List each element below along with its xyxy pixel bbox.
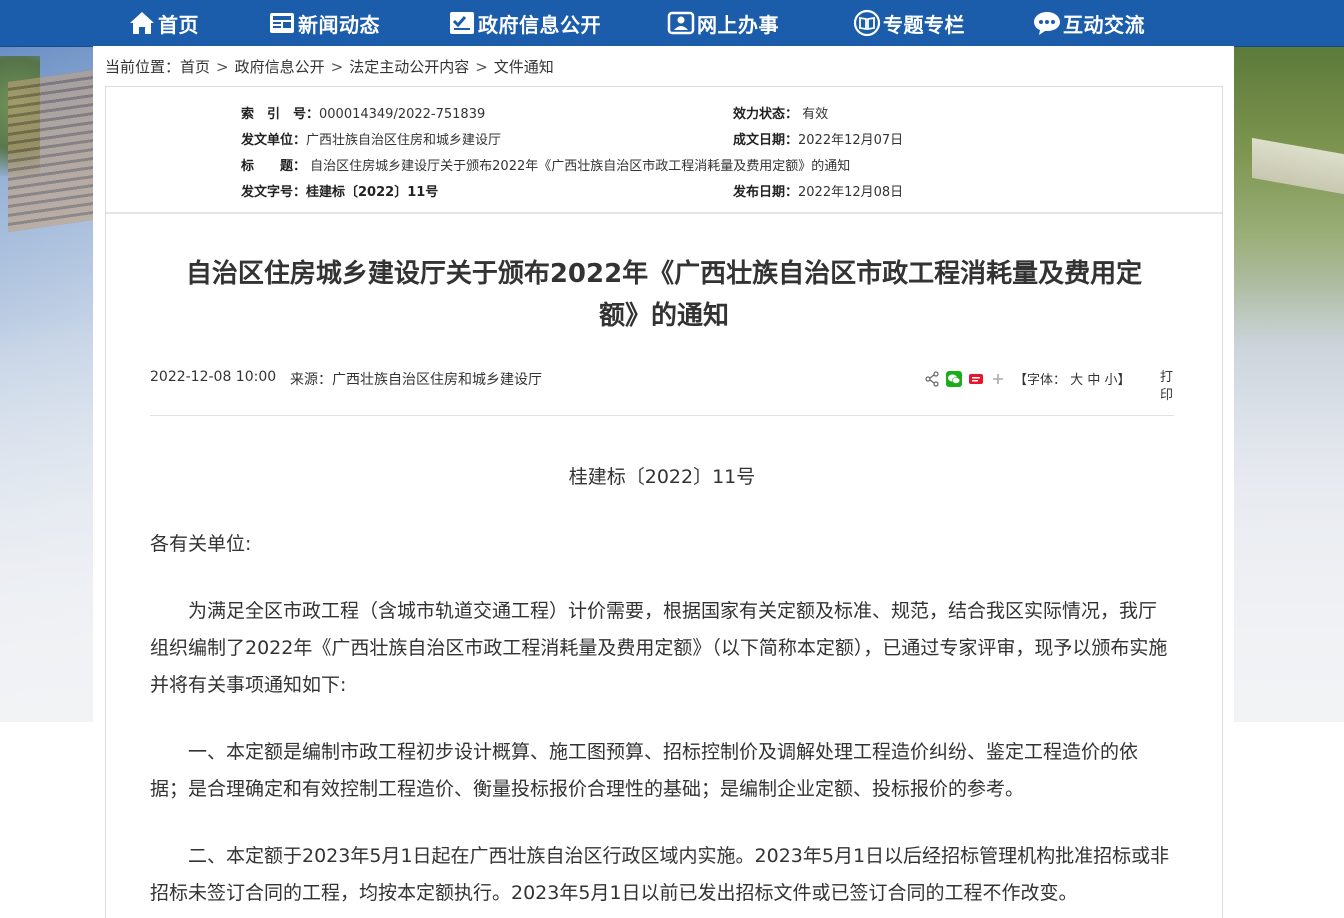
- nav-item-gov-info[interactable]: 政府信息公开: [448, 0, 601, 46]
- font-size-large[interactable]: 大: [1070, 373, 1083, 388]
- salutation: 各有关单位:: [150, 533, 252, 555]
- article-title: 自治区住房城乡建设厅关于颁布2022年《广西壮族自治区市政工程消耗量及费用定 额…: [146, 253, 1182, 337]
- nav-item-label: 专题专栏: [883, 12, 965, 37]
- breadcrumb-prefix: 当前位置：: [105, 58, 181, 76]
- nav-item-special-topics[interactable]: 专题专栏: [853, 0, 965, 46]
- breadcrumb-separator: >: [216, 58, 229, 76]
- nav-item-online-service[interactable]: 网上办事: [667, 0, 779, 46]
- article-title-line: 额》的通知: [598, 301, 729, 331]
- nav-item-label: 政府信息公开: [478, 12, 601, 37]
- top-navigation-bar: 首页 新闻动态 政府信息公开 网上办事 专题专栏 互动交流: [0, 0, 1344, 47]
- content-panel: 当前位置：首页 > 政府信息公开 > 法定主动公开内容 > 文件通知 索 引 号：00001…: [93, 46, 1234, 918]
- nav-item-news[interactable]: 新闻动态: [268, 0, 380, 46]
- plus-icon[interactable]: [990, 371, 1006, 387]
- meta-index: 索 引 号：000014349/2022-751839: [241, 107, 486, 122]
- document-check-icon: [448, 9, 476, 37]
- document-metadata: 索 引 号：000014349/2022-751839 效力状态： 有效 发文单…: [106, 87, 1222, 214]
- meta-doc-number: 发文字号：桂建标〔2022〕11号: [241, 185, 439, 200]
- breadcrumb-gov-info[interactable]: 政府信息公开: [235, 58, 325, 76]
- meta-issuer: 发文单位：广西壮族自治区住房和城乡建设厅: [241, 133, 502, 148]
- weibo-icon[interactable]: [968, 371, 984, 387]
- news-icon: [268, 9, 296, 37]
- nav-item-label: 新闻动态: [298, 12, 380, 37]
- breadcrumb-separator: >: [475, 58, 488, 76]
- paragraph: 一、本定额是编制市政工程初步设计概算、施工图预算、招标控制价及调解处理工程造价纠…: [150, 741, 1139, 800]
- article-source: 来源：广西壮族自治区住房和城乡建设厅: [290, 372, 542, 388]
- article-title-line: 自治区住房城乡建设厅关于颁布2022年《广西壮族自治区市政工程消耗量及费用定: [185, 259, 1143, 289]
- font-size-label: 【字体：: [1014, 373, 1067, 388]
- article-body: 桂建标〔2022〕11号 各有关单位: 为满足全区市政工程（含城市轨道交通工程）…: [150, 427, 1174, 912]
- breadcrumb-notices[interactable]: 文件通知: [494, 58, 554, 76]
- font-size-close: 】: [1117, 373, 1131, 388]
- meta-created-date: 成文日期：2022年12月07日: [733, 133, 904, 148]
- book-icon: [853, 9, 881, 37]
- font-size-medium[interactable]: 中: [1087, 373, 1100, 388]
- article-container: 索 引 号：000014349/2022-751839 效力状态： 有效 发文单…: [105, 86, 1223, 918]
- home-icon: [128, 9, 156, 37]
- chat-bubble-icon: [1033, 9, 1061, 37]
- article-info-bar: 2022-12-08 10:00 来源：广西壮族自治区住房和城乡建设厅 【字体：…: [150, 367, 1174, 416]
- article-tools: 【字体： 大 中 小】: [924, 369, 1131, 388]
- share-icon[interactable]: [924, 370, 940, 387]
- breadcrumb-home[interactable]: 首页: [180, 58, 210, 76]
- paragraph: 为满足全区市政工程（含城市轨道交通工程）计价需要，根据国家有关定额及标准、规范，…: [150, 600, 1168, 696]
- wechat-icon[interactable]: [946, 370, 962, 387]
- paragraph: 二、本定额于2023年5月1日起在广西壮族自治区行政区域内实施。2023年5月1…: [150, 845, 1170, 904]
- font-size-control: 【字体： 大 中 小】: [1014, 369, 1131, 388]
- publish-datetime: 2022-12-08 10:00: [150, 369, 277, 385]
- background-scenery-right: [1232, 46, 1344, 722]
- meta-title: 标 题： 自治区住房城乡建设厅关于颁布2022年《广西壮族自治区市政工程消耗量及…: [241, 159, 851, 174]
- breadcrumb-separator: >: [330, 58, 344, 76]
- font-size-small[interactable]: 小: [1104, 373, 1117, 388]
- print-button[interactable]: 打印: [1160, 369, 1174, 405]
- nav-item-label: 互动交流: [1063, 12, 1145, 37]
- breadcrumb: 当前位置：首页 > 政府信息公开 > 法定主动公开内容 > 文件通知: [105, 56, 554, 77]
- breadcrumb-legal-content[interactable]: 法定主动公开内容: [349, 58, 469, 76]
- background-scenery-left: [0, 46, 93, 722]
- id-card-icon: [667, 9, 695, 37]
- nav-item-interaction[interactable]: 互动交流: [1033, 0, 1145, 46]
- nav-item-label: 网上办事: [697, 12, 779, 37]
- nav-item-home[interactable]: 首页: [128, 0, 199, 46]
- nav-item-label: 首页: [158, 12, 199, 37]
- meta-status: 效力状态： 有效: [733, 107, 829, 122]
- document-number: 桂建标〔2022〕11号: [568, 466, 756, 488]
- meta-published-date: 发布日期：2022年12月08日: [733, 185, 904, 200]
